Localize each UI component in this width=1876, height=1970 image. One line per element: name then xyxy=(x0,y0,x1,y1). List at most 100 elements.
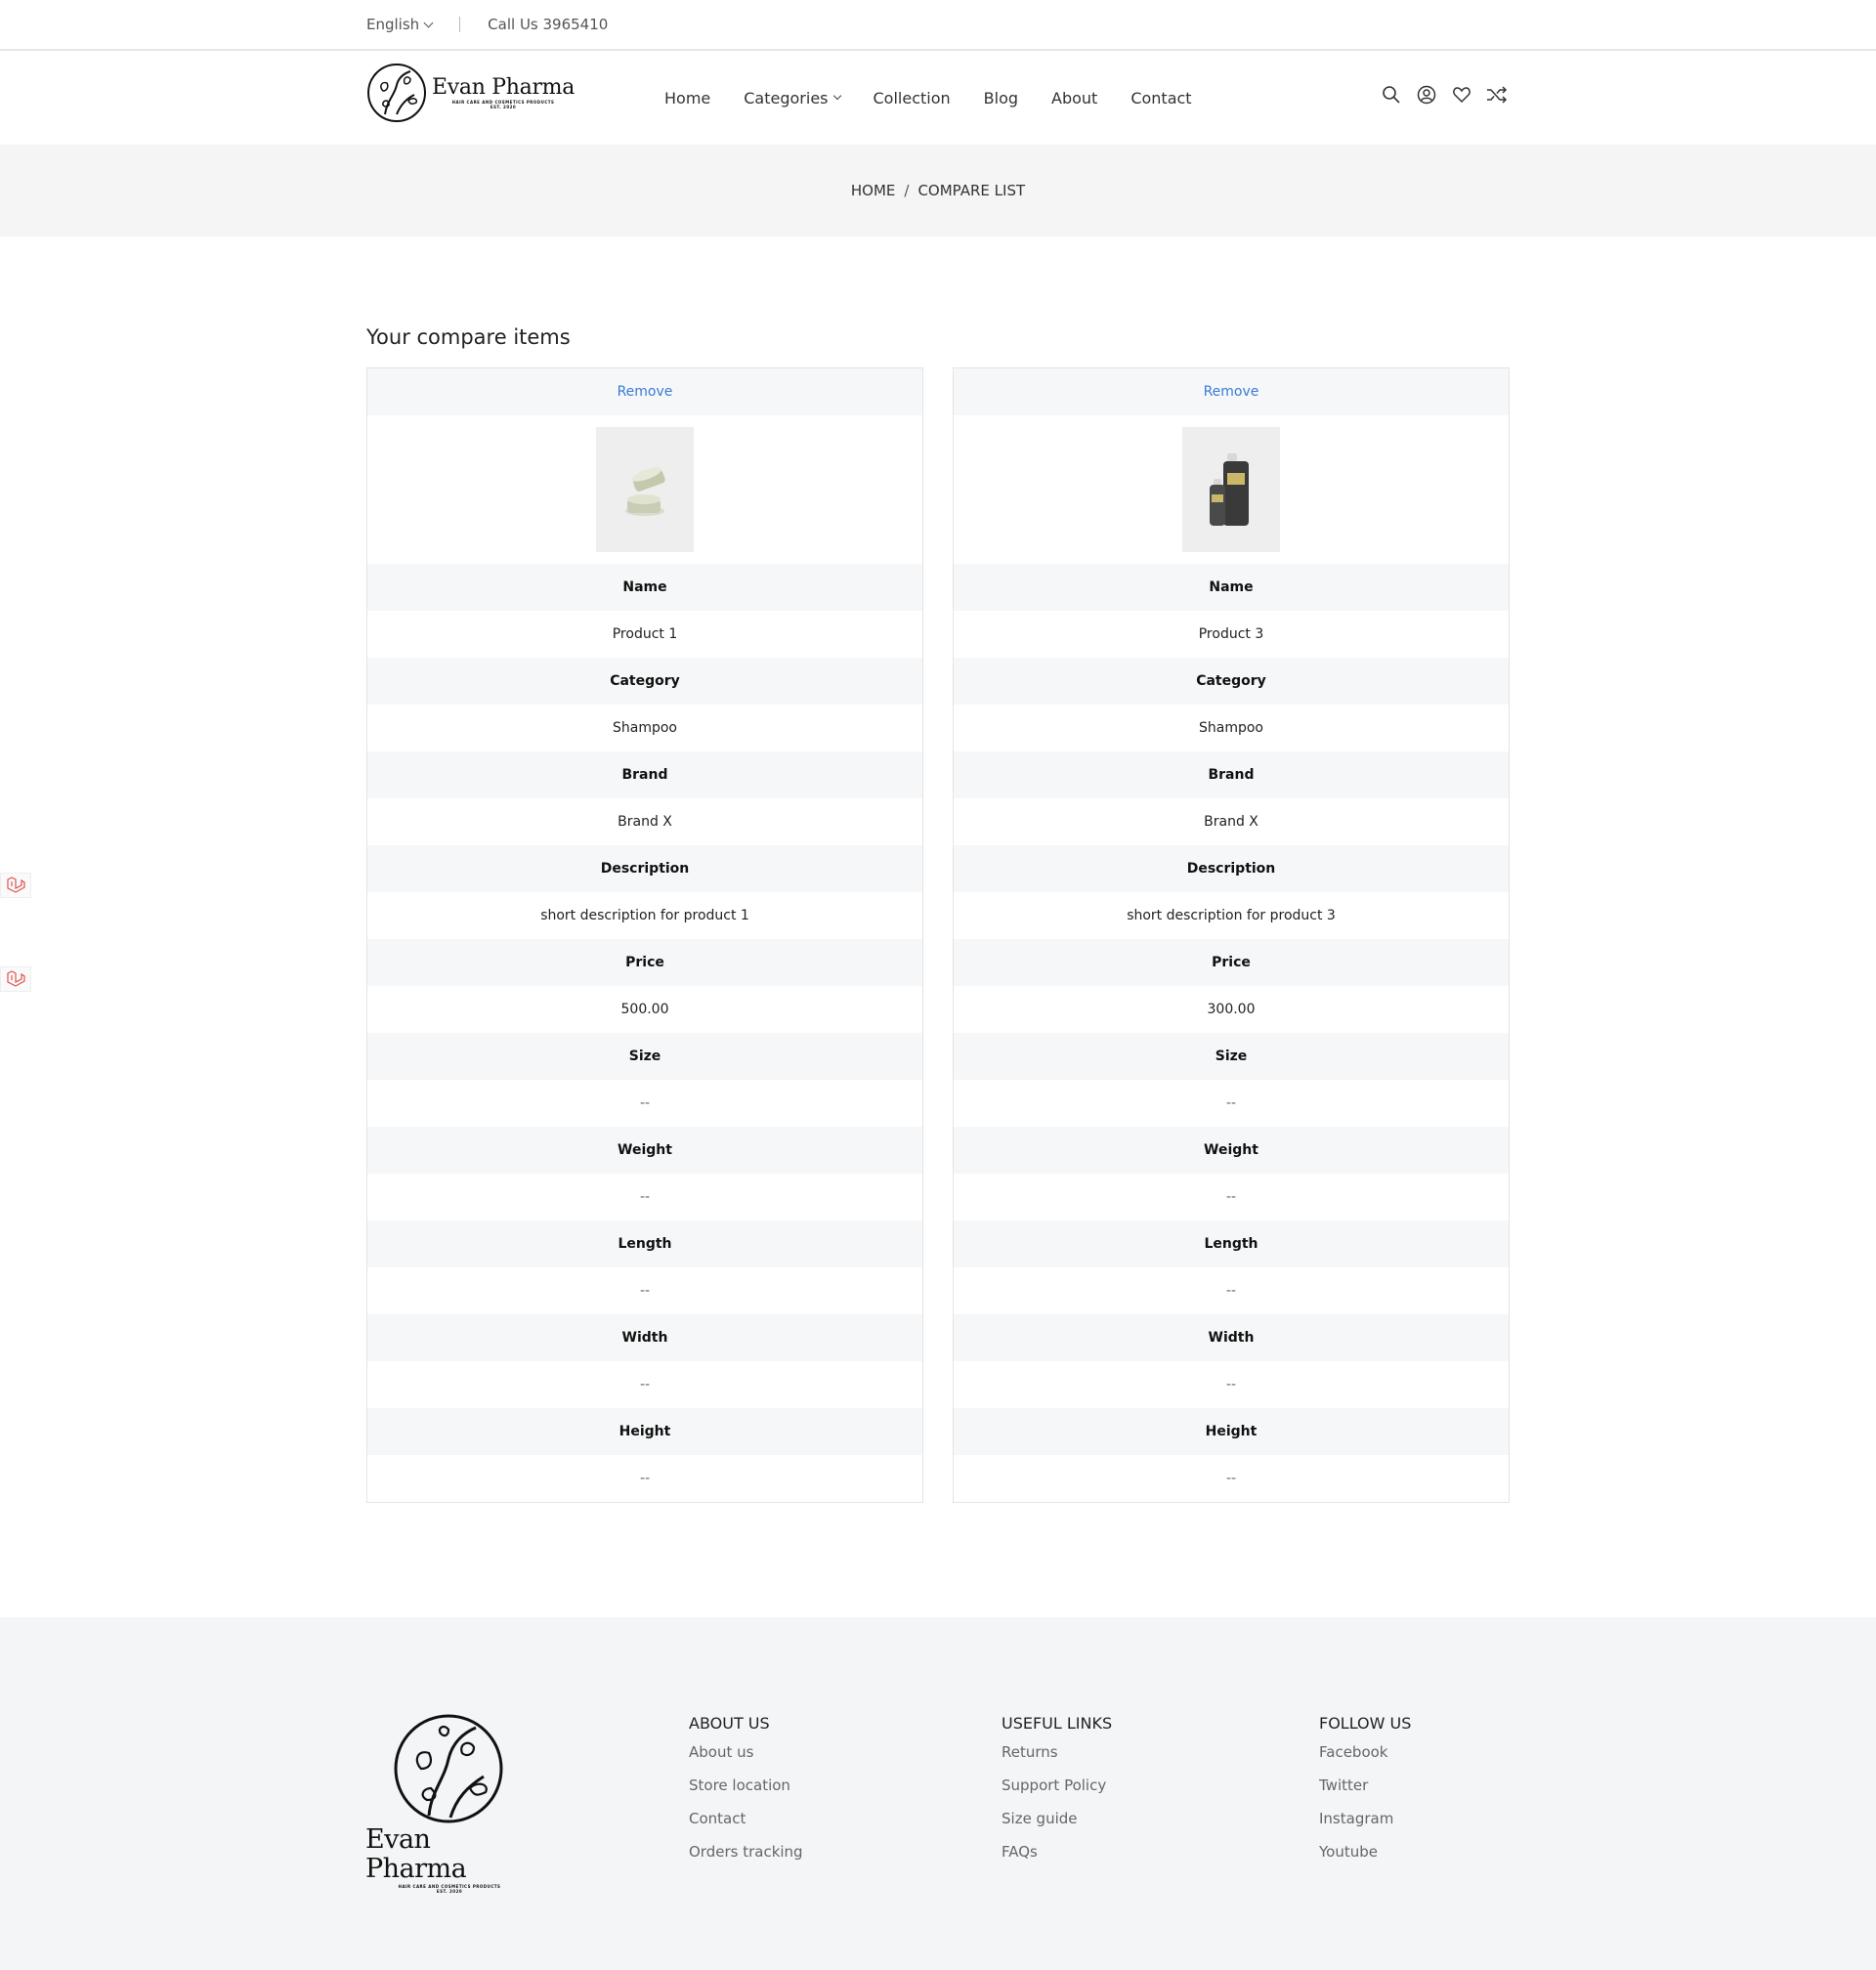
footer-link-support-policy[interactable]: Support Policy xyxy=(1002,1777,1112,1794)
footer-about-title: ABOUT US xyxy=(689,1714,770,1733)
value-brand: Brand X xyxy=(1204,814,1258,830)
logo-name: Evan Pharma xyxy=(432,75,576,100)
nav-home[interactable]: Home xyxy=(664,89,710,107)
label-length: Length xyxy=(367,1221,922,1267)
label-category: Category xyxy=(367,658,922,705)
label-size: Size xyxy=(954,1033,1509,1080)
footer-link-contact[interactable]: Contact xyxy=(689,1810,803,1827)
nav-collection[interactable]: Collection xyxy=(874,89,951,107)
value-width: -- xyxy=(1225,1377,1237,1392)
footer-link-size-guide[interactable]: Size guide xyxy=(1002,1810,1112,1827)
chevron-down-icon xyxy=(423,18,434,27)
label-weight: Weight xyxy=(367,1127,922,1174)
footer-link-twitter[interactable]: Twitter xyxy=(1319,1777,1411,1794)
nav-categories[interactable]: Categories xyxy=(744,88,841,107)
header-actions xyxy=(1381,84,1508,106)
product-image[interactable] xyxy=(1182,427,1280,552)
footer-link-about-us[interactable]: About us xyxy=(689,1743,803,1761)
footer-useful: USEFUL LINKS Returns Support Policy Size… xyxy=(1002,1714,1112,1876)
value-size: -- xyxy=(639,1095,651,1111)
site-header: Evan Pharma HAIR CARE AND COSMETICS PROD… xyxy=(0,51,1876,145)
footer-link-youtube[interactable]: Youtube xyxy=(1319,1843,1411,1861)
label-weight: Weight xyxy=(954,1127,1509,1174)
compare-heading: Your compare items xyxy=(366,325,571,349)
footer-follow: FOLLOW US Facebook Twitter Instagram You… xyxy=(1319,1714,1411,1876)
value-category: Shampoo xyxy=(1199,720,1263,736)
logo-emblem-icon xyxy=(394,1714,503,1823)
nav-blog-label: Blog xyxy=(983,88,1019,107)
logo-emblem-icon xyxy=(367,64,426,122)
nav-about-label: About xyxy=(1051,88,1098,107)
label-category: Category xyxy=(954,658,1509,705)
compare-column: Remove Name Product 3 Category Shampoo B… xyxy=(953,367,1510,1503)
search-icon[interactable] xyxy=(1381,84,1402,106)
footer-logo[interactable]: Evan Pharma HAIR CARE AND COSMETICS PROD… xyxy=(365,1714,533,1894)
label-height: Height xyxy=(367,1408,922,1455)
value-size: -- xyxy=(1225,1095,1237,1111)
phone-text: Call Us 3965410 xyxy=(488,16,609,33)
main-nav: Home Categories Collection Blog About Co… xyxy=(664,51,1192,145)
nav-about[interactable]: About xyxy=(1051,89,1097,107)
site-logo[interactable]: Evan Pharma HAIR CARE AND COSMETICS PROD… xyxy=(365,62,575,124)
nav-blog[interactable]: Blog xyxy=(984,89,1018,107)
value-length: -- xyxy=(1225,1283,1237,1299)
divider xyxy=(459,17,461,32)
footer-link-returns[interactable]: Returns xyxy=(1002,1743,1112,1761)
label-width: Width xyxy=(367,1314,922,1361)
value-price: 300.00 xyxy=(1207,1002,1256,1017)
compare-column: Remove Name Product 1 Category Shampoo B… xyxy=(366,367,923,1503)
footer-link-instagram[interactable]: Instagram xyxy=(1319,1810,1411,1827)
footer-logo-est: EST. 2020 xyxy=(436,1889,463,1894)
language-selector[interactable]: English xyxy=(366,16,434,33)
value-name: Product 1 xyxy=(612,626,678,642)
value-price: 500.00 xyxy=(620,1002,669,1017)
value-height: -- xyxy=(639,1471,651,1486)
footer-about: ABOUT US About us Store location Contact… xyxy=(689,1714,803,1876)
label-name: Name xyxy=(367,564,922,611)
label-name: Name xyxy=(954,564,1509,611)
value-category: Shampoo xyxy=(613,720,677,736)
value-height: -- xyxy=(1225,1471,1237,1486)
laravel-icon[interactable] xyxy=(0,873,31,898)
nav-contact-label: Contact xyxy=(1130,88,1192,107)
footer-link-orders-tracking[interactable]: Orders tracking xyxy=(689,1843,803,1861)
nav-categories-label: Categories xyxy=(744,88,829,107)
value-weight: -- xyxy=(1225,1189,1237,1205)
nav-collection-label: Collection xyxy=(873,88,951,107)
breadcrumb-current: COMPARE LIST xyxy=(917,182,1026,199)
value-name: Product 3 xyxy=(1198,626,1264,642)
label-description: Description xyxy=(954,845,1509,892)
value-length: -- xyxy=(639,1283,651,1299)
chevron-down-icon xyxy=(832,91,841,101)
remove-link[interactable]: Remove xyxy=(367,368,922,415)
heart-icon[interactable] xyxy=(1451,84,1472,106)
value-weight: -- xyxy=(639,1189,651,1205)
label-brand: Brand xyxy=(954,751,1509,798)
product-image-cell xyxy=(954,415,1509,564)
breadcrumb-home[interactable]: HOME xyxy=(851,182,896,199)
label-brand: Brand xyxy=(367,751,922,798)
site-footer: Evan Pharma HAIR CARE AND COSMETICS PROD… xyxy=(0,1617,1876,1970)
footer-link-store-location[interactable]: Store location xyxy=(689,1777,803,1794)
logo-est: EST. 2020 xyxy=(490,105,517,109)
top-bar: English Call Us 3965410 xyxy=(0,0,1876,51)
product-image[interactable] xyxy=(596,427,694,552)
laravel-icon[interactable] xyxy=(0,966,31,992)
footer-link-faqs[interactable]: FAQs xyxy=(1002,1843,1112,1861)
shuffle-icon[interactable] xyxy=(1486,84,1508,106)
label-width: Width xyxy=(954,1314,1509,1361)
value-brand: Brand X xyxy=(618,814,672,830)
user-icon[interactable] xyxy=(1416,84,1437,106)
breadcrumb-separator: / xyxy=(904,182,910,199)
language-label: English xyxy=(366,16,420,33)
label-size: Size xyxy=(367,1033,922,1080)
label-price: Price xyxy=(367,939,922,986)
label-price: Price xyxy=(954,939,1509,986)
footer-follow-title: FOLLOW US xyxy=(1319,1714,1412,1733)
nav-contact[interactable]: Contact xyxy=(1130,89,1191,107)
label-length: Length xyxy=(954,1221,1509,1267)
remove-link[interactable]: Remove xyxy=(954,368,1509,415)
footer-logo-name: Evan Pharma xyxy=(365,1824,467,1884)
footer-link-facebook[interactable]: Facebook xyxy=(1319,1743,1411,1761)
value-width: -- xyxy=(639,1377,651,1392)
